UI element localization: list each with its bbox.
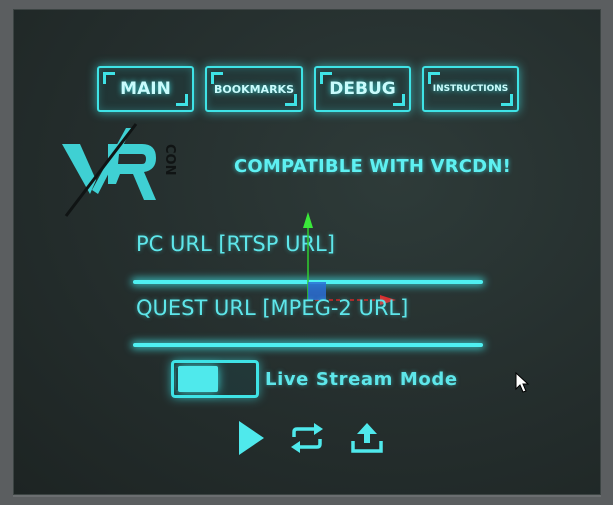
tab-debug-label: DEBUG xyxy=(329,79,396,99)
tab-instructions[interactable]: INSTRUCTIONS xyxy=(422,66,519,112)
vrcon-logo: CON xyxy=(62,123,177,217)
toggle-knob xyxy=(176,366,218,392)
live-stream-toggle[interactable] xyxy=(171,360,259,398)
quest-url-label: QUEST URL [MPEG-2 URL] xyxy=(136,296,409,320)
panel-edge xyxy=(13,495,601,497)
mouse-cursor-icon xyxy=(515,372,530,393)
tab-bookmarks-label: BOOKMARKS xyxy=(214,82,294,96)
tab-bookmarks[interactable]: BOOKMARKS xyxy=(205,66,303,112)
upload-icon[interactable] xyxy=(350,421,384,455)
logo-subtext: CON xyxy=(162,144,177,175)
tab-debug[interactable]: DEBUG xyxy=(314,66,411,112)
tab-instructions-label: INSTRUCTIONS xyxy=(432,84,509,94)
tab-main-label: MAIN xyxy=(120,79,171,99)
tab-main[interactable]: MAIN xyxy=(97,66,194,112)
loop-icon[interactable] xyxy=(289,422,325,454)
pc-url-label: PC URL [RTSP URL] xyxy=(136,232,335,256)
compatibility-notice: COMPATIBLE WITH VRCDN! xyxy=(234,156,512,177)
play-icon[interactable] xyxy=(236,419,266,457)
pc-url-input[interactable] xyxy=(133,280,483,284)
live-stream-label: Live Stream Mode xyxy=(265,369,458,390)
quest-url-input[interactable] xyxy=(133,343,483,347)
